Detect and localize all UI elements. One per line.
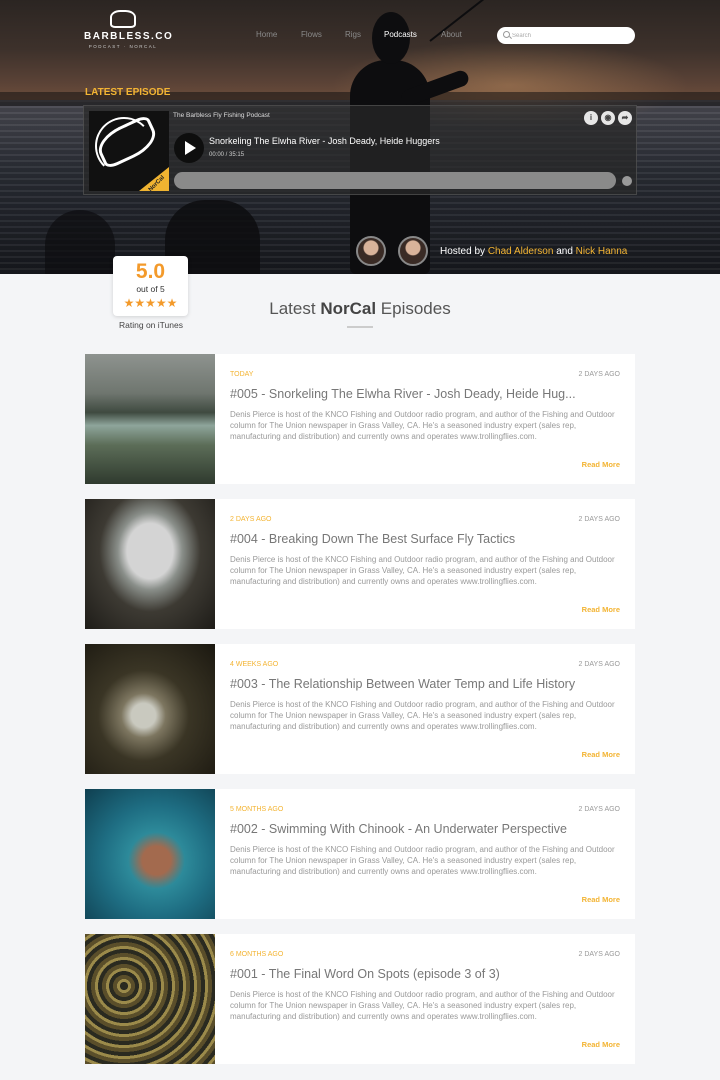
share-icon[interactable]: ➦ xyxy=(618,111,632,125)
section-title-post: Episodes xyxy=(380,299,451,318)
rating-stars-icon: ★★★★★ xyxy=(123,296,178,310)
episode-date: 2 DAYS AGO xyxy=(230,516,272,523)
read-more-link[interactable]: Read More xyxy=(582,460,620,469)
read-more-link[interactable]: Read More xyxy=(582,605,620,614)
podcast-artwork: NorCal xyxy=(89,111,169,191)
fish-logo-icon xyxy=(110,10,136,28)
play-button[interactable] xyxy=(174,133,204,163)
episode-card[interactable]: 4 WEEKS AGO 2 DAYS AGO #003 - The Relati… xyxy=(85,644,635,774)
episode-date: 5 MONTHS AGO xyxy=(230,806,284,813)
section-title-bold: NorCal xyxy=(320,299,377,318)
episode-card[interactable]: TODAY 2 DAYS AGO #005 - Snorkeling The E… xyxy=(85,354,635,484)
host-avatar-nick xyxy=(398,236,428,266)
search-input[interactable] xyxy=(512,29,627,42)
episode-ago: 2 DAYS AGO xyxy=(578,806,621,813)
artwork-region-tag: NorCal xyxy=(139,167,169,191)
player-episode-title: Snorkeling The Elwha River - Josh Deady,… xyxy=(209,136,440,146)
episode-title[interactable]: #003 - The Relationship Between Water Te… xyxy=(230,677,610,691)
episode-description: Denis Pierce is host of the KNCO Fishing… xyxy=(230,845,615,876)
episode-title[interactable]: #004 - Breaking Down The Best Surface Fl… xyxy=(230,532,610,546)
episode-card[interactable]: 2 DAYS AGO 2 DAYS AGO #004 - Breaking Do… xyxy=(85,499,635,629)
latest-episode-heading: LATEST EPISODE xyxy=(85,87,171,98)
episode-thumbnail[interactable] xyxy=(85,499,215,629)
episode-title[interactable]: #001 - The Final Word On Spots (episode … xyxy=(230,967,610,981)
info-icon[interactable]: i xyxy=(584,111,598,125)
artwork-tag-label: NorCal xyxy=(148,174,167,191)
read-more-link[interactable]: Read More xyxy=(582,750,620,759)
episode-date: 6 MONTHS AGO xyxy=(230,951,284,958)
rating-label: Rating on iTunes xyxy=(119,320,183,330)
episode-thumbnail[interactable] xyxy=(85,354,215,484)
episode-description: Denis Pierce is host of the KNCO Fishing… xyxy=(230,410,615,441)
episode-ago: 2 DAYS AGO xyxy=(578,371,621,378)
section-title-pre: Latest xyxy=(269,299,316,318)
host-avatar-chad xyxy=(356,236,386,266)
episode-ago: 2 DAYS AGO xyxy=(578,661,621,668)
episode-date: TODAY xyxy=(230,371,254,378)
episode-card[interactable]: 5 MONTHS AGO 2 DAYS AGO #002 - Swimming … xyxy=(85,789,635,919)
site-logo[interactable]: BARBLESS.CO PODCAST · NORCAL xyxy=(84,10,174,50)
nav-flows[interactable]: Flows xyxy=(301,30,322,39)
read-more-link[interactable]: Read More xyxy=(582,895,620,904)
nav-rigs[interactable]: Rigs xyxy=(345,30,361,39)
episode-card[interactable]: 6 MONTHS AGO 2 DAYS AGO #001 - The Final… xyxy=(85,934,635,1064)
host-link-nick[interactable]: Nick Hanna xyxy=(576,246,628,257)
rating-out-of: out of 5 xyxy=(136,284,165,294)
search-icon xyxy=(503,31,510,38)
hosted-and: and xyxy=(556,246,573,257)
podcast-icon[interactable]: ◉ xyxy=(601,111,615,125)
read-more-link[interactable]: Read More xyxy=(582,1040,620,1049)
logo-wordmark: BARBLESS.CO xyxy=(84,31,174,42)
player-progress-bar[interactable] xyxy=(174,172,616,189)
hosted-prefix: Hosted by xyxy=(440,246,486,257)
search-box[interactable] xyxy=(497,27,635,44)
hero-silhouette-left xyxy=(45,210,115,274)
section-title: Latest NorCal Episodes xyxy=(200,299,520,319)
volume-icon[interactable] xyxy=(622,176,632,186)
rating-score: 5.0 xyxy=(135,260,166,283)
host-link-chad[interactable]: Chad Alderson xyxy=(488,246,554,257)
logo-subtitle: PODCAST · NORCAL xyxy=(88,44,158,49)
section-divider xyxy=(347,326,373,328)
episode-thumbnail[interactable] xyxy=(85,789,215,919)
itunes-rating-card: 5.0 out of 5 ★★★★★ xyxy=(113,256,188,316)
episode-description: Denis Pierce is host of the KNCO Fishing… xyxy=(230,555,615,586)
episode-ago: 2 DAYS AGO xyxy=(578,951,621,958)
episode-thumbnail[interactable] xyxy=(85,644,215,774)
episode-ago: 2 DAYS AGO xyxy=(578,516,621,523)
episode-date: 4 WEEKS AGO xyxy=(230,661,279,668)
episode-title[interactable]: #002 - Swimming With Chinook - An Underw… xyxy=(230,822,610,836)
episode-thumbnail[interactable] xyxy=(85,934,215,1064)
episode-title[interactable]: #005 - Snorkeling The Elwha River - Josh… xyxy=(230,387,610,401)
podcast-player: NorCal The Barbless Fly Fishing Podcast … xyxy=(83,105,637,195)
nav-about[interactable]: About xyxy=(441,30,462,39)
episode-description: Denis Pierce is host of the KNCO Fishing… xyxy=(230,700,615,731)
podcast-name: The Barbless Fly Fishing Podcast xyxy=(173,112,270,119)
hosted-by-text: Hosted by Chad Alderson and Nick Hanna xyxy=(440,246,627,257)
player-time: 00:00 / 35:15 xyxy=(209,152,245,158)
nav-home[interactable]: Home xyxy=(256,30,277,39)
nav-podcasts[interactable]: Podcasts xyxy=(384,30,417,39)
episode-description: Denis Pierce is host of the KNCO Fishing… xyxy=(230,990,615,1021)
